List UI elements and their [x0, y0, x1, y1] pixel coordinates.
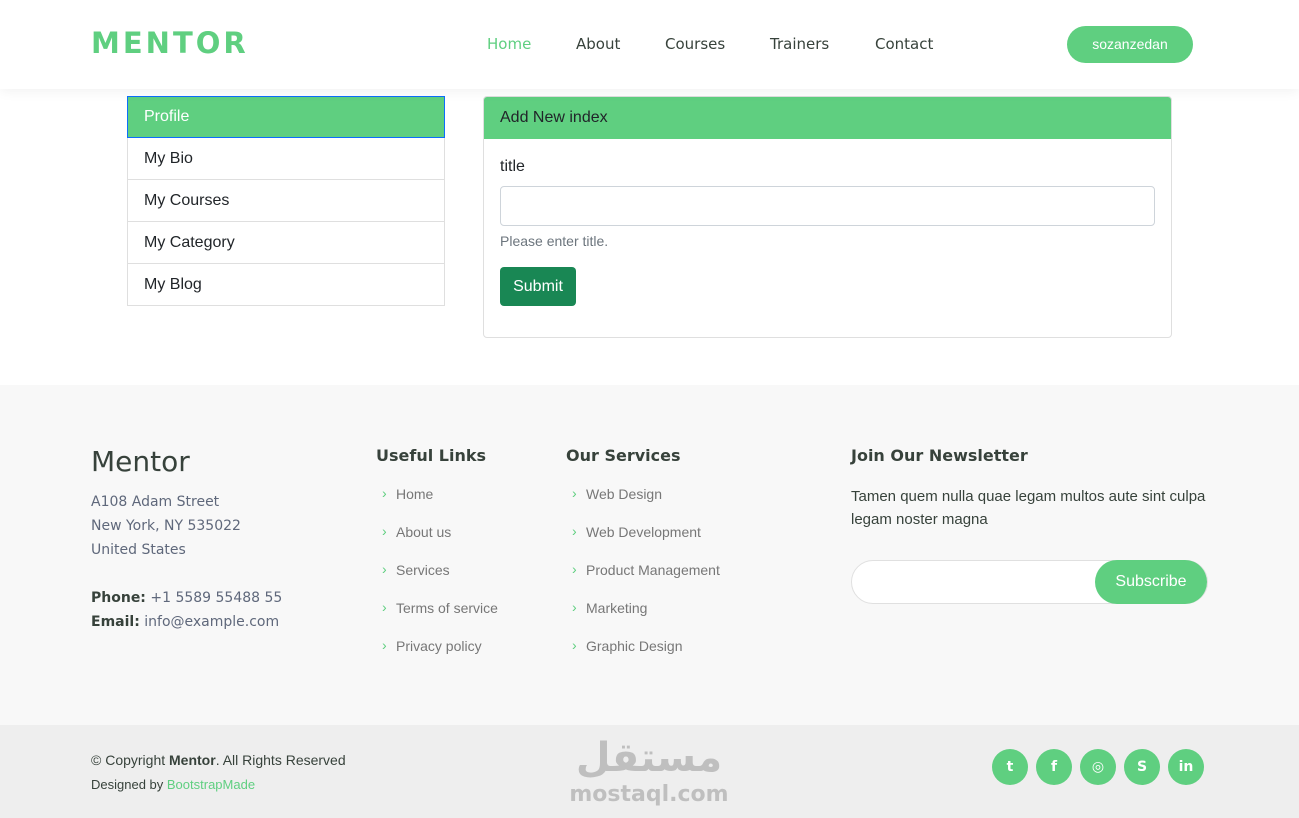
sidebar-item-my-courses[interactable]: My Courses: [127, 180, 445, 222]
footer-link-home[interactable]: › Home: [376, 485, 498, 523]
chevron-right-icon: ›: [382, 599, 387, 615]
add-index-card: Add New index title Please enter title. …: [483, 96, 1172, 338]
newsletter-email-input[interactable]: [852, 561, 1092, 603]
site-logo[interactable]: MENTOR: [91, 26, 249, 60]
footer-contact: Phone: +1 5589 55488 55 Email: info@exam…: [91, 586, 282, 634]
linkedin-icon[interactable]: in: [1168, 749, 1204, 785]
site-header: MENTOR Home About Courses Trainers Conta…: [0, 0, 1299, 89]
footer-link-services[interactable]: › Services: [376, 561, 498, 599]
useful-links-list: › Home › About us › Services › Terms of serv…: [376, 485, 498, 675]
mostaql-watermark: مستقل mostaql.com: [569, 735, 728, 807]
nav-courses[interactable]: Courses: [665, 35, 725, 53]
credits: Designed by BootstrapMade: [91, 777, 256, 792]
footer-brand: Mentor: [91, 445, 190, 478]
instagram-icon[interactable]: ◎: [1080, 749, 1116, 785]
watermark-arabic: مستقل: [576, 735, 722, 781]
service-link-web-design[interactable]: › Web Design: [566, 485, 720, 523]
service-link-marketing[interactable]: › Marketing: [566, 599, 720, 637]
useful-links-title: Useful Links: [376, 446, 487, 465]
title-label: title: [500, 158, 525, 175]
footer-link-terms[interactable]: › Terms of service: [376, 599, 498, 637]
service-link-web-development[interactable]: › Web Development: [566, 523, 720, 561]
title-help-text: Please enter title.: [500, 233, 609, 249]
newsletter-form: Subscribe: [851, 560, 1208, 604]
nav-about[interactable]: About: [576, 35, 620, 53]
chevron-right-icon: ›: [572, 599, 577, 615]
email-label: Email:: [91, 614, 140, 630]
address-line: New York, NY 535022: [91, 518, 241, 534]
chevron-right-icon: ›: [572, 637, 577, 653]
chevron-right-icon: ›: [382, 637, 387, 653]
nav-contact[interactable]: Contact: [875, 35, 933, 53]
service-link-graphic-design[interactable]: › Graphic Design: [566, 637, 720, 675]
service-link-product-management[interactable]: › Product Management: [566, 561, 720, 599]
chevron-right-icon: ›: [382, 523, 387, 539]
chevron-right-icon: ›: [382, 485, 387, 501]
phone-number: +1 5589 55488 55: [150, 590, 283, 606]
profile-sidebar: Profile My Bio My Courses My Category My…: [127, 96, 445, 306]
services-list: › Web Design › Web Development › Product Ma…: [566, 485, 720, 675]
footer-link-about[interactable]: › About us: [376, 523, 498, 561]
facebook-icon[interactable]: f: [1036, 749, 1072, 785]
newsletter-title: Join Our Newsletter: [851, 446, 1028, 465]
chevron-right-icon: ›: [572, 561, 577, 577]
chevron-right-icon: ›: [572, 485, 577, 501]
submit-button[interactable]: Submit: [500, 267, 576, 306]
designer-link[interactable]: BootstrapMade: [167, 777, 255, 792]
footer-bottom-bar: © Copyright Mentor. All Rights Reserved …: [0, 725, 1299, 818]
services-title: Our Services: [566, 446, 681, 465]
phone-label: Phone:: [91, 590, 146, 606]
email-address: info@example.com: [144, 614, 280, 630]
user-button[interactable]: sozanzedan: [1067, 26, 1193, 63]
card-title: Add New index: [484, 97, 1171, 139]
title-input[interactable]: [500, 186, 1155, 226]
chevron-right-icon: ›: [572, 523, 577, 539]
copyright-brand: Mentor: [169, 752, 216, 768]
address-line: United States: [91, 542, 186, 558]
sidebar-item-my-bio[interactable]: My Bio: [127, 138, 445, 180]
nav-home[interactable]: Home: [487, 35, 531, 53]
subscribe-button[interactable]: Subscribe: [1095, 560, 1207, 604]
sidebar-item-profile[interactable]: Profile: [127, 96, 445, 138]
footer-link-privacy[interactable]: › Privacy policy: [376, 637, 498, 675]
sidebar-item-my-blog[interactable]: My Blog: [127, 264, 445, 306]
copyright: © Copyright Mentor. All Rights Reserved: [91, 752, 346, 768]
twitter-icon[interactable]: t: [992, 749, 1028, 785]
sidebar-item-my-category[interactable]: My Category: [127, 222, 445, 264]
footer: Mentor A108 Adam Street New York, NY 535…: [0, 385, 1299, 725]
newsletter-text: Tamen quem nulla quae legam multos aute …: [851, 488, 1206, 528]
nav-trainers[interactable]: Trainers: [770, 35, 829, 53]
skype-icon[interactable]: S: [1124, 749, 1160, 785]
address-line: A108 Adam Street: [91, 494, 220, 510]
watermark-latin: mostaql.com: [569, 782, 728, 807]
chevron-right-icon: ›: [382, 561, 387, 577]
footer-address: A108 Adam Street New York, NY 535022 Uni…: [91, 490, 241, 562]
